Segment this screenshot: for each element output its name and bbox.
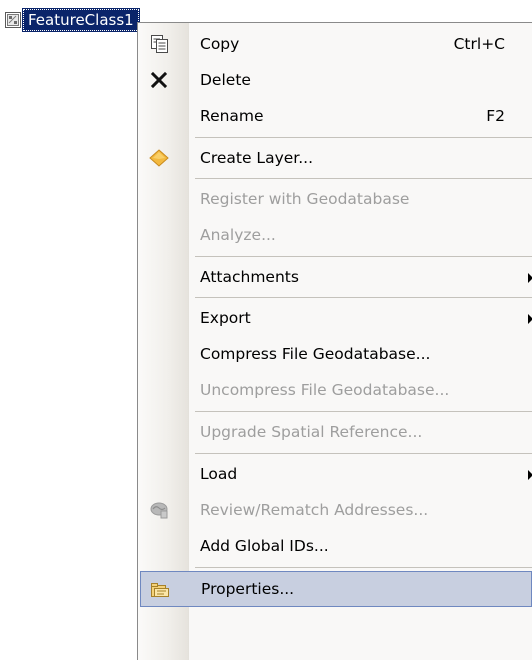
menu-item-label: Copy	[200, 35, 240, 53]
menu-separator	[195, 453, 532, 454]
context-menu: Copy Ctrl+C Delete Rename F2 Create Laye…	[137, 22, 532, 660]
menu-item-analyze: Analyze...	[138, 217, 532, 253]
copy-icon	[149, 34, 169, 54]
menu-item-label: Review/Rematch Addresses...	[200, 501, 429, 519]
menu-item-label: Uncompress File Geodatabase...	[200, 381, 450, 399]
menu-item-shortcut: Ctrl+C	[453, 35, 505, 53]
menu-item-label: Delete	[200, 71, 251, 89]
delete-icon	[149, 70, 169, 90]
menu-item-load[interactable]: Load	[138, 456, 532, 492]
menu-item-label: Create Layer...	[200, 149, 314, 167]
menu-item-label: Compress File Geodatabase...	[200, 345, 431, 363]
tree-node-label[interactable]: FeatureClass1	[22, 8, 140, 32]
menu-item-label: Properties...	[201, 580, 295, 598]
menu-item-label: Export	[200, 309, 251, 327]
menu-item-copy[interactable]: Copy Ctrl+C	[138, 26, 532, 62]
submenu-arrow-icon	[528, 314, 532, 324]
menu-item-properties[interactable]: Properties...	[140, 571, 532, 607]
menu-item-review-rematch-addresses: Review/Rematch Addresses...	[138, 492, 532, 528]
menu-separator	[195, 297, 532, 298]
review-rematch-icon	[149, 500, 169, 520]
properties-icon	[150, 579, 170, 599]
create-layer-icon	[149, 148, 169, 168]
menu-item-label: Load	[200, 465, 238, 483]
menu-item-label: Upgrade Spatial Reference...	[200, 423, 423, 441]
menu-item-uncompress-file-geodatabase: Uncompress File Geodatabase...	[138, 372, 532, 408]
menu-item-add-global-ids[interactable]: Add Global IDs...	[138, 528, 532, 564]
submenu-arrow-icon	[528, 273, 532, 283]
submenu-arrow-icon	[528, 470, 532, 480]
menu-item-create-layer[interactable]: Create Layer...	[138, 140, 532, 176]
menu-separator	[195, 137, 532, 138]
menu-item-label: Rename	[200, 107, 264, 125]
menu-separator	[195, 411, 532, 412]
menu-item-rename[interactable]: Rename F2	[138, 98, 532, 134]
menu-item-export[interactable]: Export	[138, 300, 532, 336]
menu-item-delete[interactable]: Delete	[138, 62, 532, 98]
menu-item-label: Add Global IDs...	[200, 537, 329, 555]
menu-item-compress-file-geodatabase[interactable]: Compress File Geodatabase...	[138, 336, 532, 372]
menu-item-register-with-geodatabase: Register with Geodatabase	[138, 181, 532, 217]
menu-item-shortcut: F2	[486, 107, 505, 125]
menu-separator	[195, 256, 532, 257]
menu-item-upgrade-spatial-reference: Upgrade Spatial Reference...	[138, 414, 532, 450]
menu-separator	[195, 178, 532, 179]
menu-item-label: Attachments	[200, 268, 299, 286]
menu-separator	[195, 567, 532, 568]
tree-node-featureclass[interactable]: FeatureClass1	[5, 8, 140, 32]
menu-item-label: Analyze...	[200, 226, 276, 244]
menu-item-label: Register with Geodatabase	[200, 190, 410, 208]
feature-class-icon	[5, 12, 21, 28]
menu-item-attachments[interactable]: Attachments	[138, 259, 532, 295]
